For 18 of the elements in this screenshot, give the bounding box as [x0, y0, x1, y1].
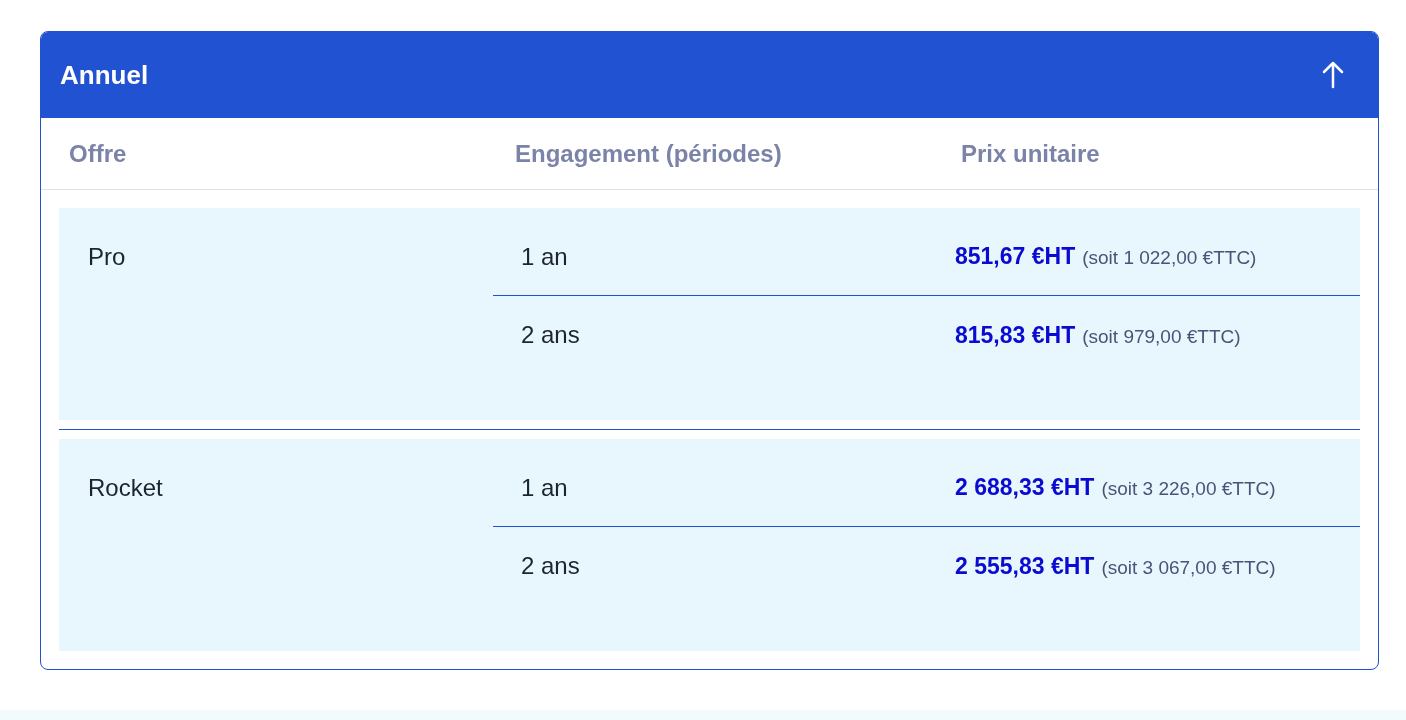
price-ht: 851,67 €HT — [955, 242, 1076, 272]
column-header: Offre — [69, 139, 127, 167]
column-header: Engagement (périodes) — [515, 139, 782, 167]
column-header: Prix unitaire — [961, 139, 1100, 167]
price-ht: 815,83 €HT — [955, 320, 1076, 350]
price-ttc: (soit 979,00 €TTC) — [1082, 324, 1241, 349]
period-text: 1 an — [521, 242, 568, 270]
price-ttc: (soit 3 226,00 €TTC) — [1101, 477, 1276, 502]
period-text: 1 an — [521, 473, 568, 501]
price-ttc: (soit 3 067,00 €TTC) — [1101, 555, 1276, 580]
period-text: 2 ans — [521, 552, 580, 579]
price-ttc: (soit 1 022,00 €TTC) — [1082, 246, 1257, 271]
price-ht: 2 688,33 €HT — [955, 473, 1095, 503]
offer-name: Pro — [88, 242, 126, 272]
period-text: 2 ans — [521, 321, 580, 348]
price-ht: 2 555,83 €HT — [955, 551, 1095, 581]
offer-name: Rocket — [88, 473, 163, 503]
section-header[interactable]: Annuel — [41, 32, 1378, 118]
